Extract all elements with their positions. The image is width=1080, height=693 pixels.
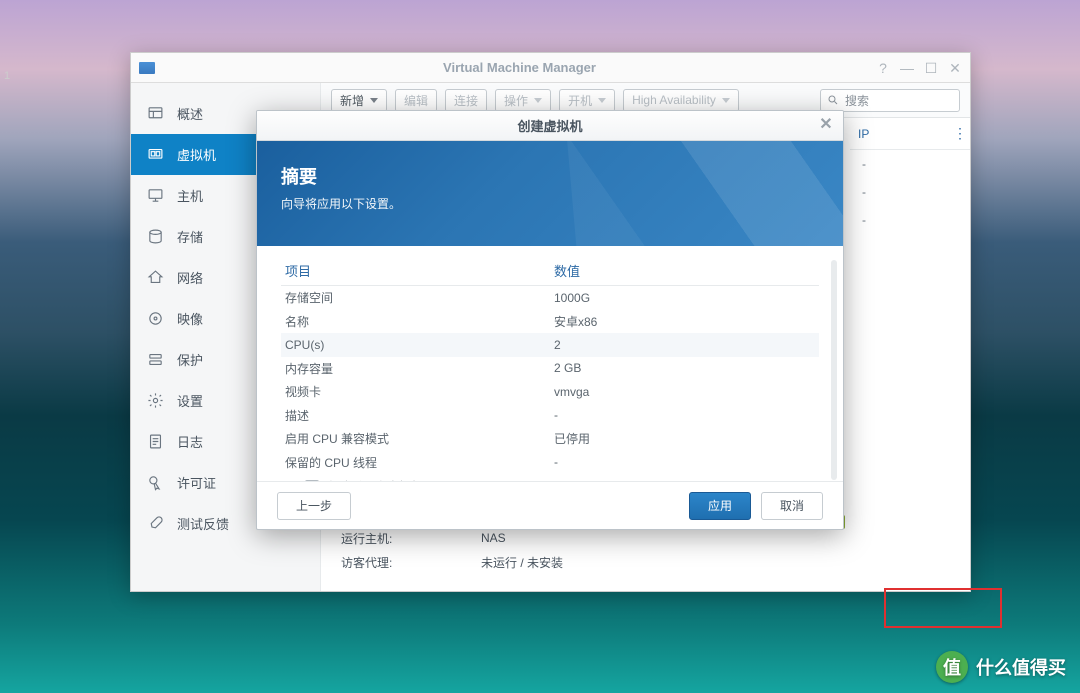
table-row[interactable]: -	[850, 206, 970, 234]
sidebar-label: 存储	[177, 227, 203, 246]
host-icon	[147, 187, 164, 204]
summary-row: 名称安卓x86	[281, 310, 819, 334]
summary-value: vmvga	[550, 385, 819, 399]
summary-value: -	[550, 408, 819, 422]
sidebar-label: 保护	[177, 350, 203, 369]
create-vm-dialog: 创建虚拟机 ✕ 摘要 向导将应用以下设置。 项目 数值 存储空间1000G名称安…	[256, 110, 844, 530]
image-icon	[147, 310, 164, 327]
summary-row: 启用 CPU 兼容模式已停用	[281, 427, 819, 451]
search-input[interactable]: 搜索	[820, 89, 960, 112]
start-after-create-checkbox[interactable]	[305, 480, 319, 482]
detail-panel: 运行主机: NAS 访客代理: 未运行 / 未安装	[321, 521, 970, 591]
column-ip[interactable]: IP	[850, 127, 950, 141]
bg-number: 1	[4, 70, 10, 82]
gear-icon	[147, 392, 164, 409]
table-header: IP ⋮	[850, 118, 970, 150]
log-icon	[147, 433, 164, 450]
summary-value: 已停用	[550, 430, 819, 447]
summary-value: -	[550, 455, 819, 469]
feedback-icon	[147, 515, 164, 532]
checkbox-label: 创建后开启虚拟机	[327, 478, 423, 481]
window-controls: ? — ☐ ✕	[876, 61, 962, 75]
toolbar-connect-button[interactable]: 连接	[445, 89, 487, 112]
summary-value: 1000G	[550, 291, 819, 305]
detail-host-label: 运行主机:	[341, 530, 481, 547]
sidebar-label: 许可证	[177, 473, 216, 492]
summary-row: CPU(s)2	[281, 333, 819, 357]
back-button[interactable]: 上一步	[277, 492, 351, 520]
sidebar-label: 概述	[177, 104, 203, 123]
dialog-hero-subtitle: 向导将应用以下设置。	[281, 195, 819, 212]
license-icon	[147, 474, 164, 491]
help-button[interactable]: ?	[876, 61, 890, 75]
table-row[interactable]: -	[850, 178, 970, 206]
close-button[interactable]: ✕	[948, 61, 962, 75]
summary-row: 视频卡vmvga	[281, 380, 819, 404]
toolbar-action-button[interactable]: 操作	[495, 89, 551, 112]
dialog-hero-title: 摘要	[281, 163, 819, 189]
window-title: Virtual Machine Manager	[163, 60, 876, 75]
summary-row: 内存容量2 GB	[281, 357, 819, 381]
summary-row: 描述-	[281, 404, 819, 428]
sidebar-label: 主机	[177, 186, 203, 205]
dialog-close-icon[interactable]: ✕	[817, 117, 835, 135]
detail-guest-label: 访客代理:	[341, 554, 481, 571]
summary-header: 项目 数值	[281, 256, 819, 286]
storage-icon	[147, 228, 164, 245]
scrollbar[interactable]	[831, 260, 837, 480]
summary-key: 保留的 CPU 线程	[281, 454, 550, 471]
summary-key: 视频卡	[281, 383, 550, 400]
maximize-button[interactable]: ☐	[924, 61, 938, 75]
summary-value: 2 GB	[550, 361, 819, 375]
toolbar-ha-button[interactable]: High Availability	[623, 89, 739, 112]
dialog-body: 项目 数值 存储空间1000G名称安卓x86CPU(s)2内存容量2 GB视频卡…	[257, 246, 843, 481]
network-icon	[147, 269, 164, 286]
sidebar-label: 映像	[177, 309, 203, 328]
table-rows: - - -	[850, 150, 970, 234]
sidebar-label: 虚拟机	[177, 145, 216, 164]
vm-icon	[147, 146, 164, 163]
watermark-text: 什么值得买	[976, 654, 1066, 680]
summary-key: 描述	[281, 407, 550, 424]
cancel-button[interactable]: 取消	[761, 492, 823, 520]
summary-value: 安卓x86	[550, 313, 819, 330]
summary-key: 名称	[281, 313, 550, 330]
summary-key: CPU(s)	[281, 338, 550, 352]
sidebar-label: 测试反馈	[177, 514, 229, 533]
summary-value: 2	[550, 338, 819, 352]
col-value: 数值	[550, 261, 819, 280]
watermark-badge-icon: 值	[936, 651, 968, 683]
dialog-footer: 上一步 应用 取消	[257, 481, 843, 529]
minimize-button[interactable]: —	[900, 61, 914, 75]
table-row[interactable]: -	[850, 150, 970, 178]
summary-key: 启用 CPU 兼容模式	[281, 430, 550, 447]
detail-host-value: NAS	[481, 531, 506, 545]
detail-guest-value: 未运行 / 未安装	[481, 554, 563, 571]
toolbar-edit-button[interactable]: 编辑	[395, 89, 437, 112]
summary-key: 内存容量	[281, 360, 550, 377]
window-titlebar: Virtual Machine Manager ? — ☐ ✕	[131, 53, 970, 83]
sidebar-label: 日志	[177, 432, 203, 451]
overview-icon	[147, 105, 164, 122]
sidebar-label: 网络	[177, 268, 203, 287]
column-options-icon[interactable]: ⋮	[950, 125, 970, 142]
search-icon	[827, 94, 839, 106]
dialog-title: 创建虚拟机	[517, 116, 582, 135]
toolbar-add-button[interactable]: 新增	[331, 89, 387, 112]
app-icon	[139, 62, 155, 74]
summary-table: 项目 数值 存储空间1000G名称安卓x86CPU(s)2内存容量2 GB视频卡…	[281, 256, 819, 474]
apply-button[interactable]: 应用	[689, 492, 751, 520]
summary-key: 存储空间	[281, 289, 550, 306]
col-item: 项目	[281, 261, 550, 280]
protect-icon	[147, 351, 164, 368]
watermark: 值 什么值得买	[936, 651, 1066, 683]
dialog-title-bar: 创建虚拟机 ✕	[257, 111, 843, 141]
summary-row: 存储空间1000G	[281, 286, 819, 310]
sidebar-label: 设置	[177, 391, 203, 410]
dialog-hero: 摘要 向导将应用以下设置。	[257, 141, 843, 246]
checkbox-row: 创建后开启虚拟机	[281, 474, 819, 481]
toolbar-power-button[interactable]: 开机	[559, 89, 615, 112]
summary-row: 保留的 CPU 线程-	[281, 451, 819, 475]
